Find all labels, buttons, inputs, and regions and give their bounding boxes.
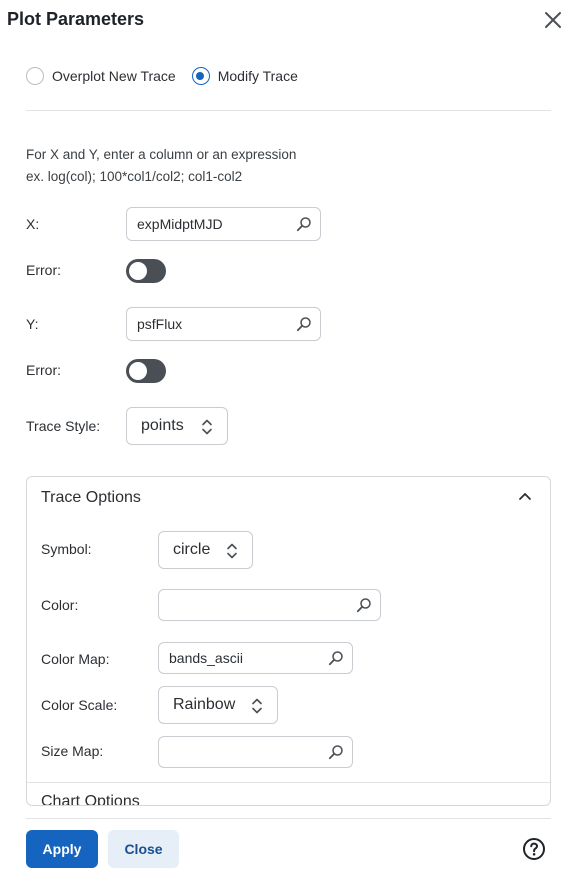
color-scale-label: Color Scale: [41, 697, 118, 713]
color-map-label: Color Map: [41, 651, 110, 667]
color-scale-select[interactable]: Rainbow [158, 686, 278, 724]
search-icon[interactable] [328, 650, 344, 666]
search-icon[interactable] [328, 744, 344, 760]
y-error-toggle[interactable] [126, 359, 166, 383]
color-map-input[interactable]: bands_ascii [158, 642, 353, 674]
color-scale-value: Rainbow [173, 696, 236, 713]
up-down-arrows-icon [252, 698, 262, 714]
footer-divider [26, 818, 551, 819]
close-button[interactable]: Close [108, 830, 179, 868]
symbol-value: circle [173, 541, 211, 558]
color-input[interactable] [158, 589, 381, 621]
instructions-line-1: For X and Y, enter a column or an expres… [26, 147, 297, 162]
close-icon[interactable] [541, 8, 565, 32]
size-map-input[interactable] [158, 736, 353, 768]
y-column-input[interactable]: psfFlux [126, 307, 321, 341]
search-icon[interactable] [296, 316, 312, 332]
up-down-arrows-icon [202, 419, 212, 435]
overplot-radio[interactable] [26, 67, 44, 85]
y-label: Y: [26, 316, 39, 332]
x-column-value: expMidptMJD [137, 216, 223, 232]
up-down-arrows-icon [227, 543, 237, 559]
search-icon[interactable] [356, 597, 372, 613]
instructions-line-2: ex. log(col); 100*col1/col2; col1-col2 [26, 169, 243, 184]
dialog-title: Plot Parameters [7, 9, 145, 29]
size-map-label: Size Map: [41, 743, 104, 759]
y-error-label: Error: [26, 362, 61, 378]
color-label: Color: [41, 597, 79, 613]
trace-style-label: Trace Style: [26, 418, 101, 434]
y-column-value: psfFlux [137, 316, 183, 332]
x-column-input[interactable]: expMidptMJD [126, 207, 321, 241]
chart-options-title[interactable]: Chart Options [41, 793, 140, 805]
symbol-label: Symbol: [41, 541, 92, 557]
apply-button[interactable]: Apply [26, 830, 98, 868]
symbol-select[interactable]: circle [158, 531, 253, 569]
overplot-radio-label[interactable]: Overplot New Trace [52, 68, 176, 84]
trace-options-panel: Trace Options Symbol: circle Color: Colo… [26, 476, 551, 806]
trace-style-value: points [141, 417, 184, 434]
search-icon[interactable] [296, 216, 312, 232]
modify-trace-radio-label[interactable]: Modify Trace [218, 68, 298, 84]
help-icon[interactable] [522, 837, 546, 861]
color-map-value: bands_ascii [169, 650, 243, 666]
chevron-up-icon[interactable] [518, 491, 532, 501]
x-label: X: [26, 216, 40, 232]
trace-style-select[interactable]: points [126, 407, 228, 445]
divider [26, 110, 551, 111]
modify-trace-radio[interactable] [191, 67, 210, 85]
x-error-toggle[interactable] [126, 259, 166, 283]
expression-instructions: For X and Y, enter a column or an expres… [26, 144, 296, 188]
x-error-label: Error: [26, 262, 61, 278]
trace-mode-radio-group: Overplot New Trace Modify Trace [26, 67, 314, 85]
panel-divider [27, 782, 550, 783]
trace-options-title[interactable]: Trace Options [41, 489, 141, 507]
